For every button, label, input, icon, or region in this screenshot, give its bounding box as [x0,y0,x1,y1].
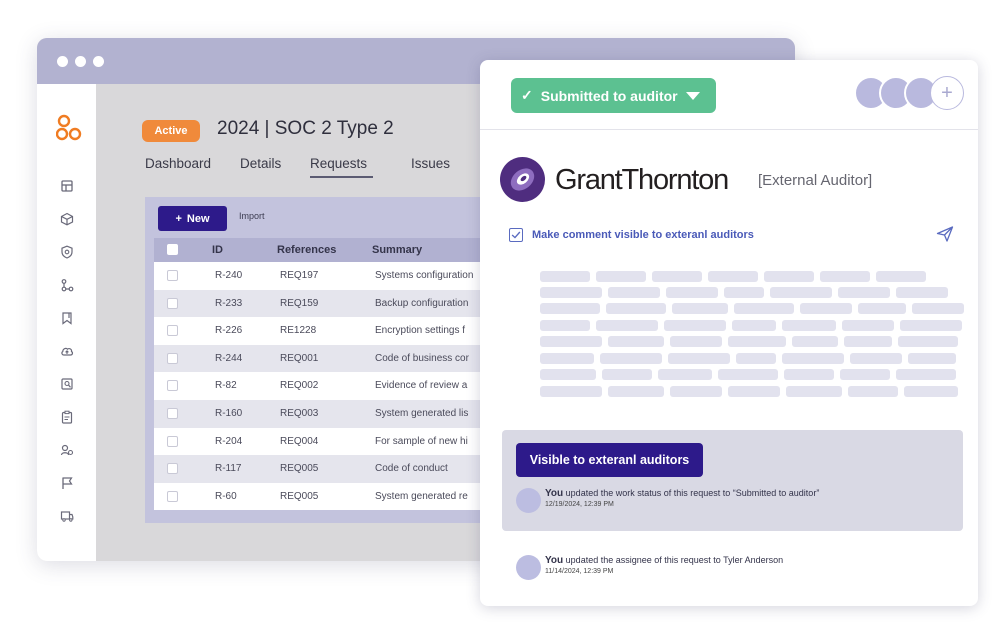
row-id: R-117 [215,463,242,475]
row-checkbox[interactable] [167,270,178,281]
vendors-icon[interactable] [60,443,74,457]
table-row[interactable]: R-244 REQ001 Code of business cor [154,344,505,373]
row-checkbox[interactable] [167,297,178,309]
activity-actor: You [545,488,564,499]
request-detail-card: ✓ Submitted to auditor + GrantThornton [… [480,60,978,606]
new-button-label: New [186,212,210,225]
activity-item: You updated the assignee of this request… [516,555,783,580]
tab-requests[interactable]: Requests [310,156,374,178]
row-checkbox[interactable] [167,490,178,502]
table-row[interactable]: R-60 REQ005 System generated re [154,482,505,511]
activity-text: updated the work status of this request … [565,488,820,498]
row-id: R-244 [215,352,243,364]
window-dot-icon[interactable] [75,55,86,67]
row-ref: REQ001 [280,352,319,364]
assignee-avatars: + [854,76,966,110]
table-row[interactable]: R-226 RE1228 Encryption settings f [154,317,505,345]
table-row[interactable]: R-117 REQ005 Code of conduct [154,455,505,483]
column-header-summary[interactable]: Summary [372,244,422,256]
row-ref: REQ197 [280,270,319,281]
add-assignee-icon[interactable]: + [930,76,964,110]
table-row[interactable]: R-204 REQ004 For sample of new hi [154,427,505,456]
row-checkbox[interactable] [167,380,178,392]
auditor-role: [External Auditor] [758,172,873,189]
stage: Active 2024 | SOC 2 Type 2 Dashboard Det… [0,0,1000,628]
dashboard-icon[interactable] [60,179,74,193]
grant-thornton-logo-icon [500,157,545,202]
new-button[interactable]: + New [158,206,227,231]
window-dot-icon[interactable] [93,55,104,67]
caret-down-icon [686,92,700,100]
row-ref: REQ004 [280,435,319,447]
tab-details[interactable]: Details [240,156,281,171]
logo-icon[interactable] [56,114,82,142]
row-ref: REQ002 [280,380,319,392]
activity-highlight: Visible to exteranl auditors You updated… [502,430,963,531]
divider [480,129,978,130]
status-dropdown[interactable]: ✓ Submitted to auditor [511,78,716,113]
activity-timestamp: 12/19/2024, 12:39 PM [545,501,614,508]
row-ref: REQ005 [280,463,319,475]
activity-item: You updated the work status of this requ… [516,488,819,513]
row-id: R-233 [215,297,243,309]
plus-icon: + [175,212,182,225]
window-dot-icon[interactable] [57,55,68,67]
row-id: R-60 [215,490,237,502]
activity-actor: You [545,555,564,566]
row-id: R-226 [215,325,243,337]
activity-text: updated the assignee of this request to … [565,555,784,565]
table-row[interactable]: R-160 REQ003 System generated lis [154,399,505,428]
row-checkbox[interactable] [167,463,178,475]
visibility-checkbox-label[interactable]: Make comment visible to exteranl auditor… [532,229,754,241]
cloud-upload-icon[interactable] [60,344,74,358]
row-ref: REQ159 [280,297,319,309]
visible-to-auditors-button[interactable]: Visible to exteranl auditors [516,443,703,477]
row-ref: RE1228 [280,325,317,337]
shield-icon[interactable] [60,245,74,259]
truck-icon[interactable] [60,509,74,523]
row-id: R-240 [215,270,243,281]
visibility-checkbox[interactable] [509,228,523,242]
row-checkbox[interactable] [167,435,178,447]
row-checkbox[interactable] [167,325,178,337]
send-icon[interactable] [936,225,954,243]
check-icon: ✓ [521,87,533,103]
auditor-name: GrantThornton [555,164,729,196]
status-dropdown-label: Submitted to auditor [540,87,678,104]
row-ref: REQ003 [280,407,319,419]
row-ref: REQ005 [280,490,319,502]
table-row[interactable]: R-240 REQ197 Systems configuration [154,262,505,290]
flag-icon[interactable] [60,476,74,490]
status-badge: Active [142,120,200,142]
activity-timestamp: 11/14/2024, 12:39 PM [545,568,614,575]
page-title: 2024 | SOC 2 Type 2 [217,118,394,139]
import-link[interactable]: Import [239,211,265,221]
table-header: ID References Summary [154,238,505,262]
avatar [516,488,541,513]
row-checkbox[interactable] [167,407,178,419]
clipboard-icon[interactable] [60,410,74,424]
column-header-references[interactable]: References [277,244,336,256]
column-header-id[interactable]: ID [212,244,223,256]
cube-icon[interactable] [60,212,74,226]
tab-issues[interactable]: Issues [411,156,450,171]
row-checkbox[interactable] [167,352,178,364]
report-icon[interactable] [60,377,74,391]
avatar [516,555,541,580]
requests-table-body: R-240 REQ197 Systems configuration R-233 RE… [154,262,505,511]
tab-dashboard[interactable]: Dashboard [145,156,211,171]
table-row[interactable]: R-233 REQ159 Backup configuration [154,289,505,318]
sidebar [37,84,96,561]
row-id: R-82 [215,380,237,392]
bookmark-icon[interactable] [60,311,74,325]
workflow-icon[interactable] [60,278,74,292]
table-row[interactable]: R-82 REQ002 Evidence of review a [154,372,505,400]
select-all-checkbox[interactable] [167,244,178,255]
requests-panel: + New Import ID References Summary R-240… [145,197,505,523]
row-id: R-204 [215,435,243,447]
row-id: R-160 [215,407,243,419]
